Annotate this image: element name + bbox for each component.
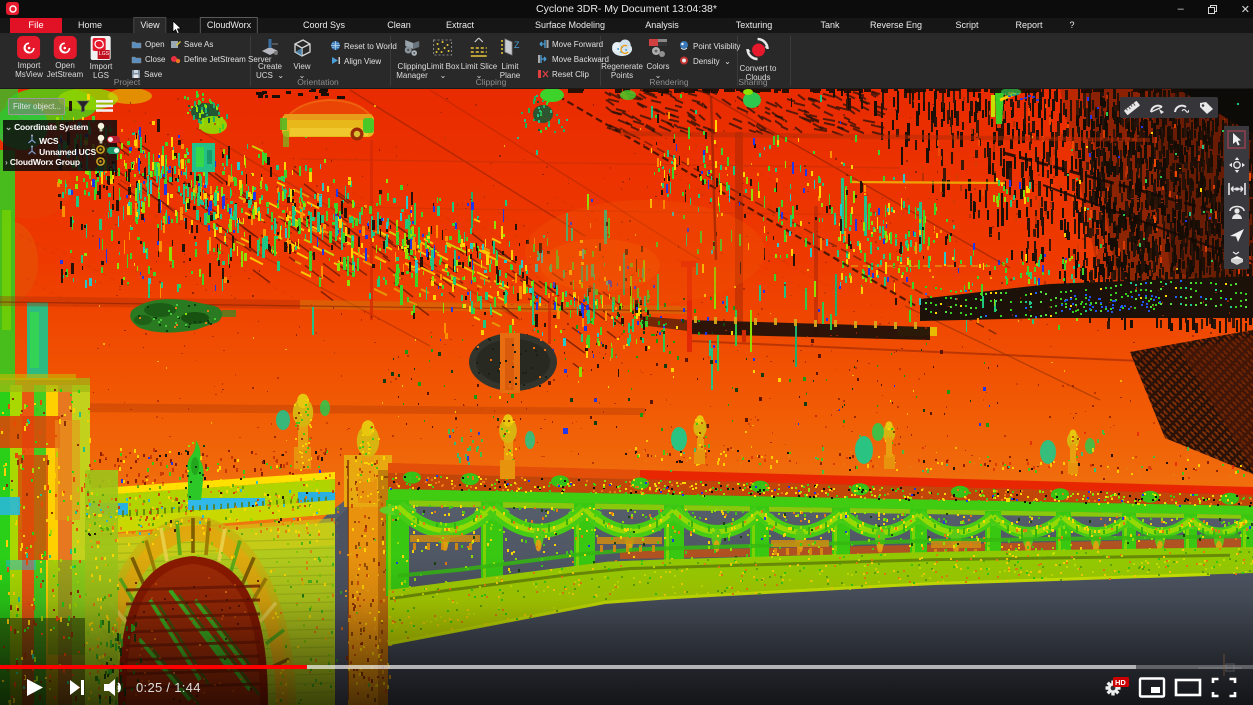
svg-text:Z: Z <box>514 40 520 50</box>
svg-text:HD: HD <box>1115 678 1126 687</box>
